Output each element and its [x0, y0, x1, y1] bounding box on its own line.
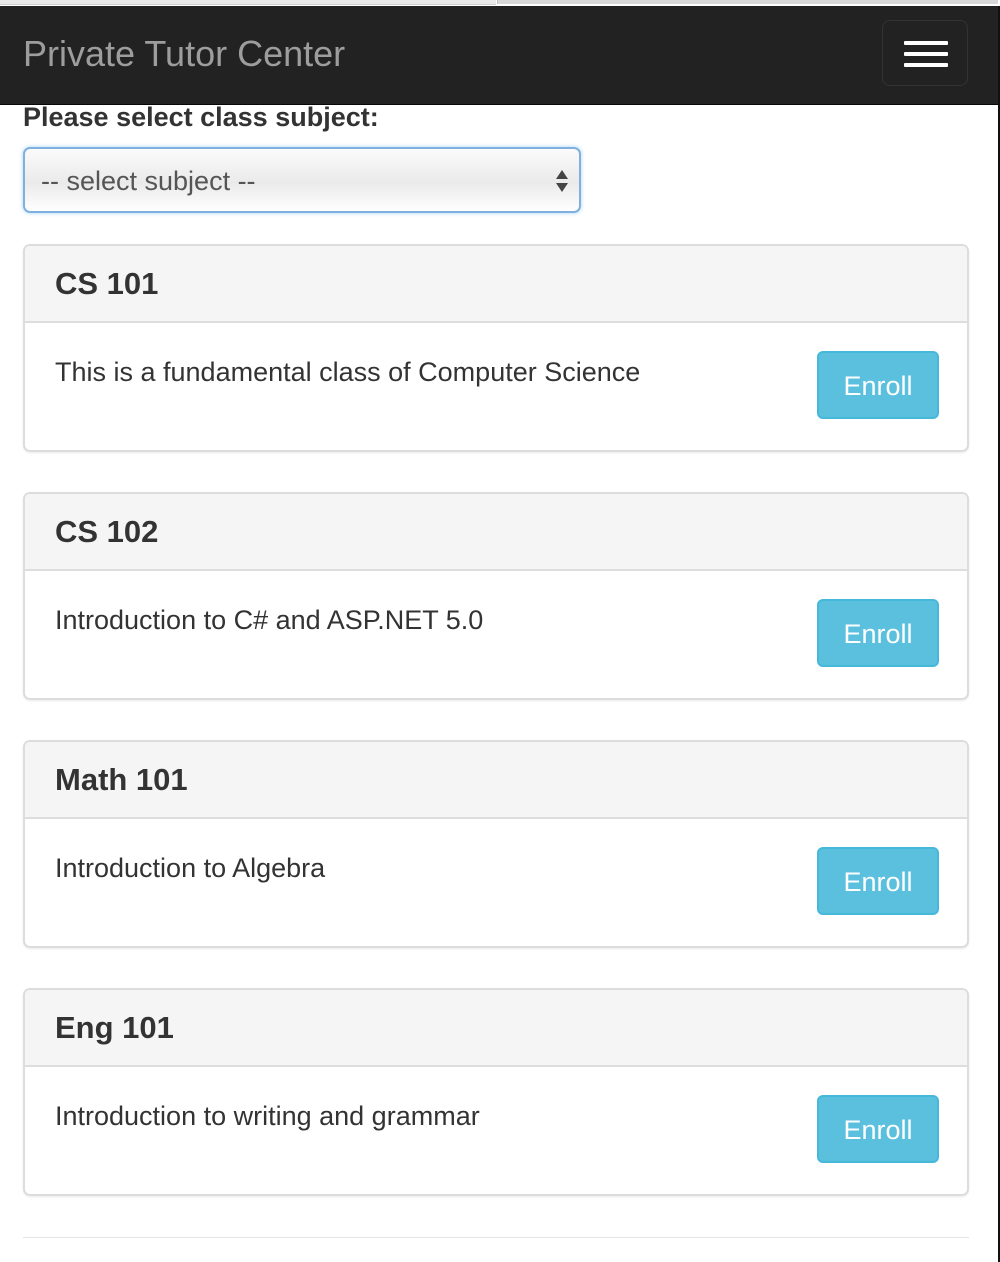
subject-select-label: Please select class subject: — [23, 102, 379, 132]
class-description: Introduction to writing and grammar — [55, 1101, 480, 1131]
class-description: Introduction to Algebra — [55, 853, 326, 883]
select-updown-arrows-icon — [556, 170, 568, 192]
browser-tab-edge-secondary — [497, 0, 998, 4]
brand-link[interactable]: Private Tutor Center — [23, 33, 345, 75]
class-title: CS 101 — [55, 266, 159, 301]
enroll-button[interactable]: Enroll — [817, 1095, 939, 1163]
class-panel-heading: Math 101 — [25, 742, 967, 819]
browser-tab-edge — [0, 0, 496, 5]
class-panel: CS 101 This is a fundamental class of Co… — [23, 244, 969, 452]
hamburger-bar — [904, 63, 948, 67]
hamburger-bar — [904, 41, 948, 45]
class-panel: Math 101 Introduction to Algebra Enroll — [23, 740, 969, 948]
hamburger-bar — [904, 52, 948, 56]
class-title: CS 102 — [55, 514, 159, 549]
class-panel-heading: CS 101 — [25, 246, 967, 323]
enroll-button[interactable]: Enroll — [817, 351, 939, 419]
class-panel-heading: Eng 101 — [25, 990, 967, 1067]
class-description: Introduction to C# and ASP.NET 5.0 — [55, 605, 484, 635]
enroll-button[interactable]: Enroll — [817, 599, 939, 667]
class-title: Math 101 — [55, 762, 188, 797]
class-panel: CS 102 Introduction to C# and ASP.NET 5.… — [23, 492, 969, 700]
subject-select-value: -- select subject -- — [41, 166, 256, 196]
class-panel: Eng 101 Introduction to writing and gram… — [23, 988, 969, 1196]
navbar: Private Tutor Center — [0, 6, 998, 105]
class-panel-heading: CS 102 — [25, 494, 967, 571]
class-title: Eng 101 — [55, 1010, 174, 1045]
subject-select[interactable]: -- select subject -- — [23, 147, 581, 213]
footer-divider — [23, 1237, 969, 1238]
navbar-toggle-button[interactable] — [882, 20, 968, 86]
enroll-button[interactable]: Enroll — [817, 847, 939, 915]
class-description: This is a fundamental class of Computer … — [55, 357, 641, 387]
